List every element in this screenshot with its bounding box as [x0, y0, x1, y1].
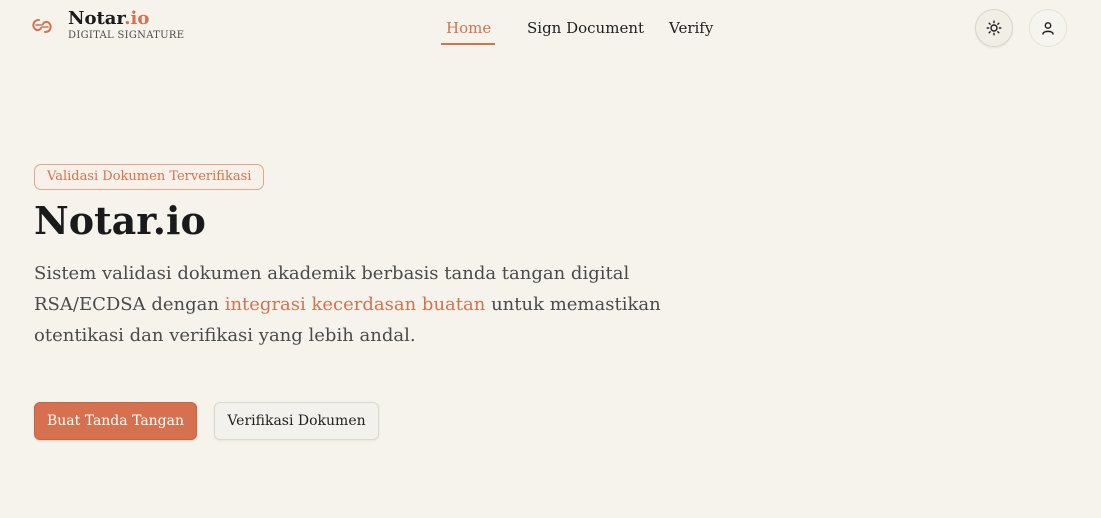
verify-document-button[interactable]: Verifikasi Dokumen — [214, 402, 379, 440]
brand-subtitle: DIGITAL SIGNATURE — [68, 30, 185, 41]
verified-badge: Validasi Dokumen Terverifikasi — [34, 164, 265, 190]
sun-icon — [986, 20, 1002, 36]
hero-title: Notar.io — [34, 198, 206, 243]
user-icon — [1042, 22, 1054, 35]
nav-sign-document[interactable]: Sign Document — [527, 18, 644, 38]
brand-name: Notar.io — [68, 8, 150, 29]
theme-toggle-button[interactable] — [975, 9, 1013, 47]
user-account-button[interactable] — [1029, 9, 1067, 47]
nav-home[interactable]: Home — [440, 18, 496, 45]
hero-description: Sistem validasi dokumen akademik berbasi… — [34, 263, 661, 346]
top-header: Notar.io DIGITAL SIGNATURE Home Sign Doc… — [0, 0, 1101, 56]
create-signature-button[interactable]: Buat Tanda Tangan — [34, 402, 197, 440]
nav-verify[interactable]: Verify — [669, 18, 713, 38]
brand[interactable]: Notar.io DIGITAL SIGNATURE — [30, 9, 184, 42]
highlight-text: integrasi kecerdasan buatan — [224, 294, 486, 315]
logo-icon — [32, 19, 52, 33]
